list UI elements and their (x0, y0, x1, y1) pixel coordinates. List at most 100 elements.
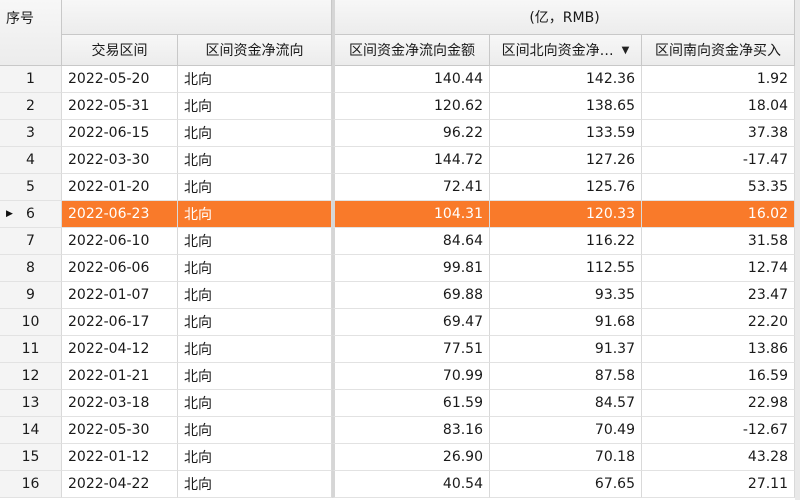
cell-date[interactable]: 2022-05-20 (62, 66, 178, 93)
cell-date[interactable]: 2022-05-31 (62, 93, 178, 120)
cell-north-net[interactable]: 125.76 (490, 174, 642, 201)
row-index[interactable]: 13 (0, 390, 62, 417)
header-direction[interactable]: 区间资金净流向 (178, 35, 332, 66)
cell-date[interactable]: 2022-06-15 (62, 120, 178, 147)
cell-south-net[interactable]: 18.04 (642, 93, 795, 120)
cell-net-amount[interactable]: 83.16 (332, 417, 490, 444)
row-index[interactable]: 8 (0, 255, 62, 282)
cell-direction[interactable]: 北向 (178, 120, 332, 147)
row-index[interactable]: 1 (0, 66, 62, 93)
cell-direction[interactable]: 北向 (178, 228, 332, 255)
cell-south-net[interactable]: 22.98 (642, 390, 795, 417)
cell-date[interactable]: 2022-03-30 (62, 147, 178, 174)
row-index[interactable]: 9 (0, 282, 62, 309)
table-row[interactable]: 8 2022-06-06 北向 99.81 112.55 12.74 (0, 255, 800, 282)
cell-net-amount[interactable]: 26.90 (332, 444, 490, 471)
cell-north-net[interactable]: 84.57 (490, 390, 642, 417)
cell-south-net[interactable]: 53.35 (642, 174, 795, 201)
cell-direction[interactable]: 北向 (178, 363, 332, 390)
table-row[interactable]: 12 2022-01-21 北向 70.99 87.58 16.59 (0, 363, 800, 390)
cell-direction[interactable]: 北向 (178, 255, 332, 282)
row-index[interactable]: 7 (0, 228, 62, 255)
cell-date[interactable]: 2022-04-22 (62, 471, 178, 498)
table-row[interactable]: 4 2022-03-30 北向 144.72 127.26 -17.47 (0, 147, 800, 174)
cell-north-net[interactable]: 142.36 (490, 66, 642, 93)
cell-direction[interactable]: 北向 (178, 147, 332, 174)
cell-date[interactable]: 2022-01-21 (62, 363, 178, 390)
cell-date[interactable]: 2022-04-12 (62, 336, 178, 363)
row-index[interactable]: 14 (0, 417, 62, 444)
table-row[interactable]: 7 2022-06-10 北向 84.64 116.22 31.58 (0, 228, 800, 255)
row-index[interactable]: 10 (0, 309, 62, 336)
cell-south-net[interactable]: 13.86 (642, 336, 795, 363)
table-row[interactable]: 11 2022-04-12 北向 77.51 91.37 13.86 (0, 336, 800, 363)
cell-date[interactable]: 2022-06-06 (62, 255, 178, 282)
cell-south-net[interactable]: 23.47 (642, 282, 795, 309)
header-south-net[interactable]: 区间南向资金净买入 (642, 35, 795, 66)
cell-direction[interactable]: 北向 (178, 444, 332, 471)
cell-date[interactable]: 2022-05-30 (62, 417, 178, 444)
cell-net-amount[interactable]: 96.22 (332, 120, 490, 147)
table-row[interactable]: 10 2022-06-17 北向 69.47 91.68 22.20 (0, 309, 800, 336)
cell-south-net[interactable]: 22.20 (642, 309, 795, 336)
cell-north-net[interactable]: 112.55 (490, 255, 642, 282)
cell-net-amount[interactable]: 104.31 (332, 201, 490, 228)
cell-north-net[interactable]: 116.22 (490, 228, 642, 255)
row-index[interactable]: 16 (0, 471, 62, 498)
cell-net-amount[interactable]: 69.88 (332, 282, 490, 309)
table-row[interactable]: 14 2022-05-30 北向 83.16 70.49 -12.67 (0, 417, 800, 444)
row-index[interactable]: 12 (0, 363, 62, 390)
cell-date[interactable]: 2022-06-10 (62, 228, 178, 255)
row-index[interactable]: 2 (0, 93, 62, 120)
header-index[interactable]: 序号 (0, 0, 62, 66)
cell-direction[interactable]: 北向 (178, 66, 332, 93)
cell-south-net[interactable]: 37.38 (642, 120, 795, 147)
cell-net-amount[interactable]: 140.44 (332, 66, 490, 93)
cell-direction[interactable]: 北向 (178, 201, 332, 228)
cell-net-amount[interactable]: 61.59 (332, 390, 490, 417)
row-index[interactable]: 5 (0, 174, 62, 201)
header-date[interactable]: 交易区间 (62, 35, 178, 66)
header-north-net[interactable]: 区间北向资金净… ▼ (490, 35, 642, 66)
cell-date[interactable]: 2022-03-18 (62, 390, 178, 417)
table-row[interactable]: 13 2022-03-18 北向 61.59 84.57 22.98 (0, 390, 800, 417)
table-row[interactable]: 2 2022-05-31 北向 120.62 138.65 18.04 (0, 93, 800, 120)
cell-net-amount[interactable]: 84.64 (332, 228, 490, 255)
header-net-amount[interactable]: 区间资金净流向金额 (335, 35, 490, 66)
cell-north-net[interactable]: 120.33 (490, 201, 642, 228)
cell-date[interactable]: 2022-06-17 (62, 309, 178, 336)
cell-north-net[interactable]: 138.65 (490, 93, 642, 120)
row-index[interactable]: 3 (0, 120, 62, 147)
cell-north-net[interactable]: 70.18 (490, 444, 642, 471)
cell-direction[interactable]: 北向 (178, 282, 332, 309)
cell-net-amount[interactable]: 144.72 (332, 147, 490, 174)
cell-south-net[interactable]: 27.11 (642, 471, 795, 498)
cell-net-amount[interactable]: 40.54 (332, 471, 490, 498)
cell-north-net[interactable]: 91.68 (490, 309, 642, 336)
cell-net-amount[interactable]: 99.81 (332, 255, 490, 282)
sort-desc-icon[interactable]: ▼ (622, 45, 630, 56)
cell-direction[interactable]: 北向 (178, 336, 332, 363)
cell-date[interactable]: 2022-01-12 (62, 444, 178, 471)
cell-south-net[interactable]: 16.02 (642, 201, 795, 228)
table-row[interactable]: 6 2022-06-23 北向 104.31 120.33 16.02 ▶ (0, 201, 800, 228)
cell-direction[interactable]: 北向 (178, 417, 332, 444)
cell-net-amount[interactable]: 69.47 (332, 309, 490, 336)
cell-direction[interactable]: 北向 (178, 93, 332, 120)
cell-direction[interactable]: 北向 (178, 309, 332, 336)
cell-south-net[interactable]: -17.47 (642, 147, 795, 174)
cell-net-amount[interactable]: 72.41 (332, 174, 490, 201)
cell-date[interactable]: 2022-01-20 (62, 174, 178, 201)
cell-south-net[interactable]: 1.92 (642, 66, 795, 93)
row-index[interactable]: 15 (0, 444, 62, 471)
cell-north-net[interactable]: 70.49 (490, 417, 642, 444)
table-row[interactable]: 1 2022-05-20 北向 140.44 142.36 1.92 (0, 66, 800, 93)
cell-south-net[interactable]: 43.28 (642, 444, 795, 471)
cell-direction[interactable]: 北向 (178, 390, 332, 417)
cell-south-net[interactable]: 31.58 (642, 228, 795, 255)
cell-north-net[interactable]: 87.58 (490, 363, 642, 390)
cell-north-net[interactable]: 133.59 (490, 120, 642, 147)
table-row[interactable]: 9 2022-01-07 北向 69.88 93.35 23.47 (0, 282, 800, 309)
vertical-scrollbar[interactable] (795, 0, 800, 500)
cell-direction[interactable]: 北向 (178, 174, 332, 201)
